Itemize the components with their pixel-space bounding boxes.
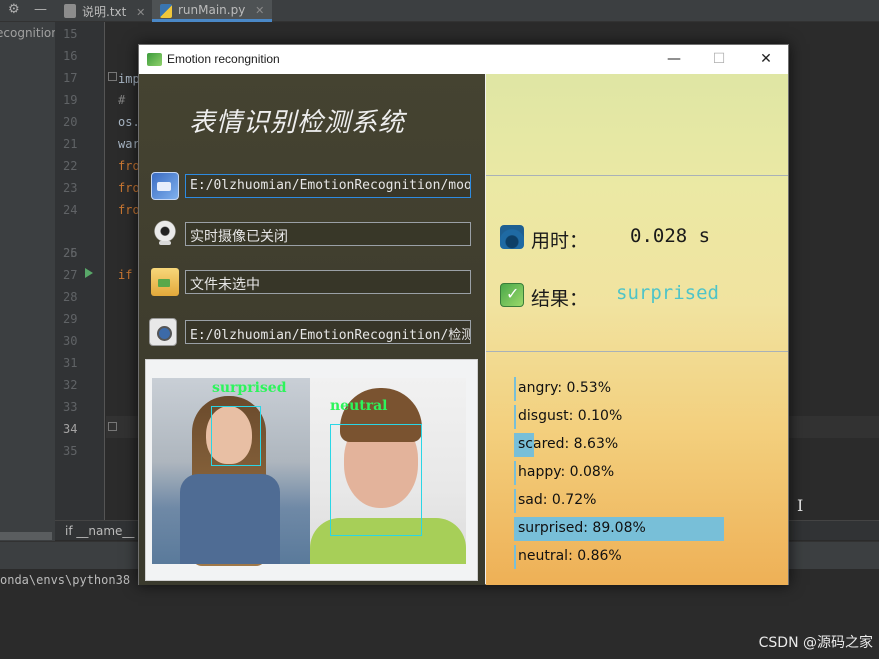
divider [486, 175, 788, 176]
code-line: war [118, 137, 140, 151]
control-panel: 表情识别检测系统 E:/0lzhuomian/EmotionRecognitio… [139, 74, 485, 585]
ide-tabbar: ⚙ — 说明.txt ✕ runMain.py ✕ [0, 0, 879, 22]
probability-label: scared: 8.63% [518, 436, 619, 452]
time-value: 0.028 s [630, 225, 711, 247]
line-number: 35 [63, 444, 78, 458]
line-number: 27 [63, 268, 78, 282]
probability-bar [514, 405, 516, 429]
camera-icon[interactable] [151, 220, 179, 248]
window-title: Emotion recongnition [167, 52, 280, 66]
line-number: 24 [63, 203, 78, 217]
text-file-icon [64, 4, 76, 18]
result-icon [500, 283, 524, 307]
line-number: 31 [63, 356, 78, 370]
image-path-field[interactable]: E:/0lzhuomian/EmotionRecognition/检测 [185, 320, 471, 344]
line-number: 33 [63, 400, 78, 414]
tab-runmain[interactable]: runMain.py ✕ [152, 0, 273, 22]
timer-icon [500, 225, 524, 249]
maximize-button[interactable]: ☐ [699, 48, 739, 70]
model-path-field[interactable]: E:/0lzhuomian/EmotionRecognition/moo [185, 174, 471, 198]
line-number: 17 [63, 71, 78, 85]
probability-bar [514, 545, 517, 569]
line-gutter: 15 16 17 19 20 21 22 23 24 25 26 27 28 2… [55, 22, 105, 522]
detection-label: neutral [330, 398, 388, 414]
probability-label: angry: 0.53% [518, 380, 612, 396]
probability-list: angry: 0.53% disgust: 0.10% scared: 8.63% h… [514, 377, 774, 577]
app-title: 表情识别检测系统 [189, 108, 406, 138]
file-status-field[interactable]: 文件未选中 [185, 270, 471, 294]
code-line: # [118, 93, 126, 107]
detection-box [211, 406, 261, 466]
line-number: 15 [63, 27, 78, 41]
line-number: 21 [63, 137, 78, 151]
detection-box [330, 424, 422, 536]
code-line: os. [118, 115, 140, 129]
fold-icon[interactable] [108, 72, 117, 81]
folder-icon[interactable] [151, 268, 179, 296]
text-cursor-icon: I [797, 496, 804, 515]
python-file-icon [160, 4, 172, 18]
line-number: 28 [63, 290, 78, 304]
camera-status-field[interactable]: 实时摄像已关闭 [185, 222, 471, 246]
close-button[interactable]: ✕ [746, 48, 786, 70]
time-label: 用时： [531, 230, 589, 252]
probability-label: surprised: 89.08% [518, 520, 646, 536]
tab-readme[interactable]: 说明.txt ✕ [56, 0, 153, 22]
tab-label: runMain.py [178, 3, 246, 17]
probability-bar [514, 489, 516, 513]
code-line: fro [118, 181, 140, 195]
close-icon[interactable]: ✕ [255, 4, 264, 17]
project-label: ecognition [0, 26, 59, 40]
code-line: fro [118, 203, 140, 217]
window-titlebar[interactable]: Emotion recongnition — ☐ ✕ [139, 45, 788, 74]
image-select-icon[interactable] [149, 318, 177, 346]
probability-label: neutral: 0.86% [518, 548, 622, 564]
line-number: 19 [63, 93, 78, 107]
result-value: surprised [616, 282, 719, 304]
line-number: 26 [63, 246, 78, 260]
probability-label: disgust: 0.10% [518, 408, 623, 424]
fold-icon[interactable] [108, 422, 117, 431]
watermark: CSDN @源码之家 [758, 635, 873, 651]
line-number: 20 [63, 115, 78, 129]
line-number: 29 [63, 312, 78, 326]
probability-label: happy: 0.08% [518, 464, 615, 480]
minimize-button[interactable]: — [654, 48, 694, 70]
project-panel: ecognition [0, 22, 59, 542]
run-gutter-icon[interactable] [85, 268, 93, 278]
code-line: if [118, 268, 133, 282]
line-number: 34 [63, 422, 78, 436]
emotion-window: Emotion recongnition — ☐ ✕ 表情识别检测系统 E:/0… [138, 44, 789, 585]
line-number: 22 [63, 159, 78, 173]
console-output: onda\envs\python38 [0, 573, 131, 587]
horizontal-scrollbar[interactable] [0, 532, 52, 540]
result-label: 结果： [531, 288, 589, 310]
probability-bar [514, 377, 516, 401]
code-line: fro [118, 159, 140, 173]
detection-image: surprised neutral [145, 359, 478, 581]
shirt-shape [180, 474, 280, 564]
tab-label: 说明.txt [82, 5, 127, 19]
line-number: 30 [63, 334, 78, 348]
app-icon [147, 53, 162, 66]
collapse-icon[interactable]: — [34, 2, 47, 17]
detection-label: surprised [212, 380, 287, 396]
probability-bar [514, 461, 516, 485]
result-panel: 用时： 0.028 s 结果： surprised angry: 0.53% di… [486, 74, 788, 585]
gear-icon[interactable]: ⚙ [8, 2, 20, 17]
close-icon[interactable]: ✕ [136, 6, 145, 19]
line-number: 23 [63, 181, 78, 195]
line-number: 32 [63, 378, 78, 392]
divider [486, 351, 788, 352]
probability-label: sad: 0.72% [518, 492, 597, 508]
line-number: 16 [63, 49, 78, 63]
model-select-icon[interactable] [151, 172, 179, 200]
code-line: imp [118, 72, 140, 86]
